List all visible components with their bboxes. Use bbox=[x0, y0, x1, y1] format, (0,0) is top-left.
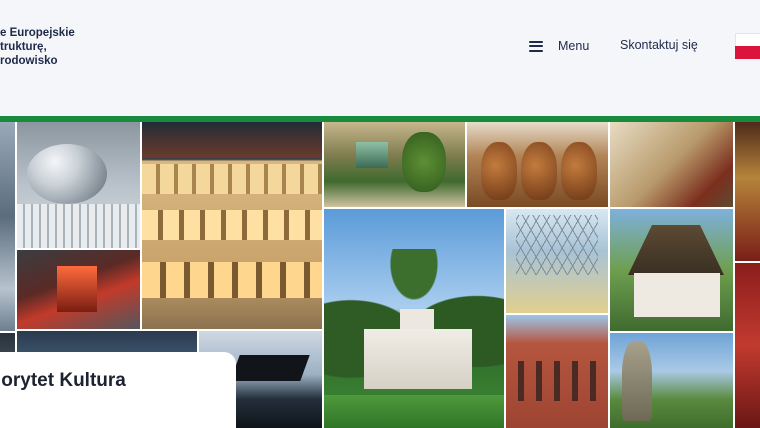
photo-building-facade bbox=[0, 122, 15, 331]
photo-glass-roof bbox=[506, 209, 608, 313]
hamburger-icon bbox=[529, 40, 543, 52]
menu-button[interactable]: Menu bbox=[529, 36, 589, 56]
photo-red-interior bbox=[17, 250, 140, 329]
site-header: e Europejskie trukturę, rodowisko Menu S… bbox=[0, 0, 760, 116]
priority-title: iorytet Kultura bbox=[0, 370, 126, 391]
menu-label: Menu bbox=[558, 39, 590, 53]
photo-castle-courtyard bbox=[142, 122, 322, 329]
photo-greenhouse-exhibit bbox=[324, 122, 465, 207]
site-logo[interactable]: e Europejskie trukturę, rodowisko bbox=[0, 26, 75, 68]
logo-line-3: rodowisko bbox=[0, 55, 58, 67]
contact-link[interactable]: Skontaktuj się bbox=[620, 38, 698, 52]
photo-brick-building bbox=[506, 315, 608, 428]
caption-card: iorytet Kultura bbox=[0, 352, 236, 428]
logo-line-2: trukturę, bbox=[0, 41, 47, 53]
photo-statue bbox=[610, 333, 733, 428]
photo-manuscript bbox=[610, 122, 733, 207]
photo-thatched-cottage bbox=[610, 209, 733, 331]
photo-cellos bbox=[467, 122, 608, 207]
photo-chapel-interior bbox=[735, 122, 760, 261]
photo-planetarium-sphere bbox=[17, 122, 140, 248]
photo-red-gallery-room bbox=[735, 263, 760, 428]
flag-poland-icon[interactable] bbox=[735, 33, 760, 59]
logo-line-1: e Europejskie bbox=[0, 27, 75, 39]
photo-palace-in-park bbox=[324, 209, 504, 428]
